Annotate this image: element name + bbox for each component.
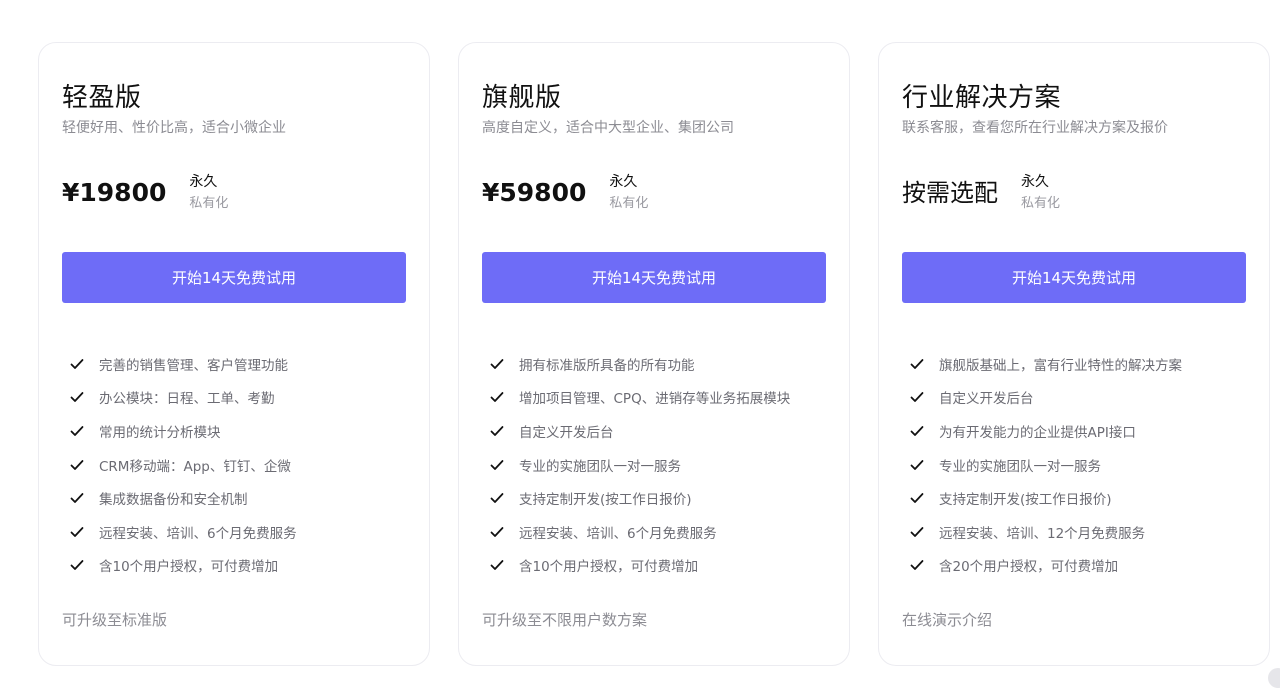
plan-price: ¥59800	[482, 178, 587, 207]
check-icon	[490, 426, 504, 436]
check-icon	[490, 493, 504, 504]
check-icon	[910, 426, 924, 436]
plan-description: 轻便好用、性价比高，适合小微企业	[62, 120, 286, 136]
check-icon	[910, 560, 924, 571]
price-meta: 永久 私有化	[189, 171, 228, 215]
feature-text: 为有开发能力的企业提供API接口	[939, 424, 1136, 441]
feature-item: 常用的统计分析模块	[69, 414, 297, 448]
feature-text: 办公模块：日程、工单、考勤	[99, 391, 275, 408]
feature-item: 远程安装、培训、6个月免费服务	[489, 515, 790, 549]
demo-link[interactable]: 在线演示介绍	[902, 609, 992, 630]
feature-item: 专业的实施团队一对一服务	[909, 448, 1182, 482]
feature-list: 完善的销售管理、客户管理功能 办公模块：日程、工单、考勤 常用的统计分析模块 C…	[69, 347, 297, 582]
check-icon	[490, 459, 504, 470]
upgrade-link[interactable]: 可升级至标准版	[62, 609, 167, 630]
check-icon	[910, 493, 924, 504]
license-type: 私有化	[189, 196, 229, 211]
license-term: 永久	[609, 174, 638, 190]
start-trial-button[interactable]: 开始14天免费试用	[62, 252, 406, 303]
feature-item: 支持定制开发(按工作日报价)	[909, 481, 1182, 515]
feature-item: 远程安装、培训、6个月免费服务	[69, 515, 297, 549]
feature-text: 含10个用户授权，可付费增加	[519, 559, 699, 576]
feature-text: 专业的实施团队一对一服务	[939, 458, 1101, 475]
feature-list: 拥有标准版所具备的所有功能 增加项目管理、CPQ、进销存等业务拓展模块 自定义开…	[489, 347, 790, 582]
feature-item: 办公模块：日程、工单、考勤	[69, 381, 297, 415]
check-icon	[490, 358, 504, 369]
license-type: 私有化	[609, 196, 649, 211]
license-term: 永久	[1021, 174, 1049, 190]
check-icon	[490, 392, 504, 403]
feature-text: 专业的实施团队一对一服务	[519, 458, 681, 475]
feature-text: 远程安装、培训、12个月免费服务	[939, 525, 1146, 542]
feature-text: 自定义开发后台	[519, 424, 614, 441]
check-icon	[70, 459, 84, 470]
feature-item: 含10个用户授权，可付费增加	[489, 549, 790, 583]
price-row: 按需选配 永久 私有化	[902, 171, 1060, 215]
feature-text: 旗舰版基础上，富有行业特性的解决方案	[939, 357, 1182, 374]
check-icon	[70, 560, 84, 571]
feature-text: 支持定制开发(按工作日报价)	[519, 492, 692, 509]
plan-card-lite: 轻盈版 轻便好用、性价比高，适合小微企业 ¥19800 永久 私有化 开始14天…	[38, 42, 430, 666]
check-icon	[70, 526, 84, 537]
feature-item: 增加项目管理、CPQ、进销存等业务拓展模块	[489, 381, 790, 415]
license-term: 永久	[189, 174, 218, 190]
feature-item: 含20个用户授权，可付费增加	[909, 549, 1182, 583]
check-icon	[910, 392, 924, 403]
feature-item: 支持定制开发(按工作日报价)	[489, 481, 790, 515]
plan-description: 高度自定义，适合中大型企业、集团公司	[482, 120, 734, 136]
start-trial-button[interactable]: 开始14天免费试用	[902, 252, 1246, 303]
feature-item: 专业的实施团队一对一服务	[489, 448, 790, 482]
plan-price: 按需选配	[902, 179, 998, 207]
feature-text: 远程安装、培训、6个月免费服务	[519, 525, 717, 542]
check-icon	[70, 392, 84, 403]
plan-card-industry: 行业解决方案 联系客服，查看您所在行业解决方案及报价 按需选配 永久 私有化 开…	[878, 42, 1270, 666]
check-icon	[70, 358, 84, 369]
price-meta: 永久 私有化	[1021, 171, 1060, 215]
license-type: 私有化	[1021, 196, 1061, 211]
check-icon	[70, 493, 84, 504]
feature-item: 集成数据备份和安全机制	[69, 481, 297, 515]
feature-item: 为有开发能力的企业提供API接口	[909, 414, 1182, 448]
upgrade-link[interactable]: 可升级至不限用户数方案	[482, 609, 647, 630]
feature-text: 远程安装、培训、6个月免费服务	[99, 525, 297, 542]
feature-text: 完善的销售管理、客户管理功能	[99, 357, 288, 374]
feature-item: 旗舰版基础上，富有行业特性的解决方案	[909, 347, 1182, 381]
check-icon	[910, 358, 924, 369]
feature-list: 旗舰版基础上，富有行业特性的解决方案 自定义开发后台 为有开发能力的企业提供AP…	[909, 347, 1182, 582]
feature-text: 支持定制开发(按工作日报价)	[939, 492, 1112, 509]
price-row: ¥59800 永久 私有化	[482, 171, 648, 215]
check-icon	[70, 426, 84, 436]
feature-text: 集成数据备份和安全机制	[99, 492, 248, 509]
price-row: ¥19800 永久 私有化	[62, 171, 228, 215]
plan-title: 行业解决方案	[902, 83, 1062, 113]
pricing-page: 轻盈版 轻便好用、性价比高，适合小微企业 ¥19800 永久 私有化 开始14天…	[0, 0, 1280, 692]
feature-text: 常用的统计分析模块	[99, 424, 221, 441]
feature-text: 增加项目管理、CPQ、进销存等业务拓展模块	[519, 391, 791, 408]
feature-item: 完善的销售管理、客户管理功能	[69, 347, 297, 381]
start-trial-button[interactable]: 开始14天免费试用	[482, 252, 826, 303]
plan-description: 联系客服，查看您所在行业解决方案及报价	[902, 120, 1168, 136]
plan-title: 旗舰版	[482, 83, 562, 113]
feature-text: 自定义开发后台	[939, 391, 1034, 408]
feature-item: 拥有标准版所具备的所有功能	[489, 347, 790, 381]
feature-item: 含10个用户授权，可付费增加	[69, 549, 297, 583]
feature-text: 拥有标准版所具备的所有功能	[519, 357, 695, 374]
check-icon	[910, 526, 924, 537]
feature-text: CRM移动端：App、钉钉、企微	[99, 458, 291, 475]
plan-price: ¥19800	[62, 178, 167, 207]
feature-item: 自定义开发后台	[909, 381, 1182, 415]
price-meta: 永久 私有化	[609, 171, 648, 215]
plan-title: 轻盈版	[62, 83, 142, 113]
feature-item: 远程安装、培训、12个月免费服务	[909, 515, 1182, 549]
feature-item: CRM移动端：App、钉钉、企微	[69, 448, 297, 482]
check-icon	[490, 526, 504, 537]
feature-text: 含20个用户授权，可付费增加	[939, 559, 1119, 576]
check-icon	[910, 459, 924, 470]
feature-text: 含10个用户授权，可付费增加	[99, 559, 279, 576]
feature-item: 自定义开发后台	[489, 414, 790, 448]
plan-card-flagship: 旗舰版 高度自定义，适合中大型企业、集团公司 ¥59800 永久 私有化 开始1…	[458, 42, 850, 666]
scroll-to-top-handle[interactable]	[1268, 668, 1280, 688]
check-icon	[490, 560, 504, 571]
